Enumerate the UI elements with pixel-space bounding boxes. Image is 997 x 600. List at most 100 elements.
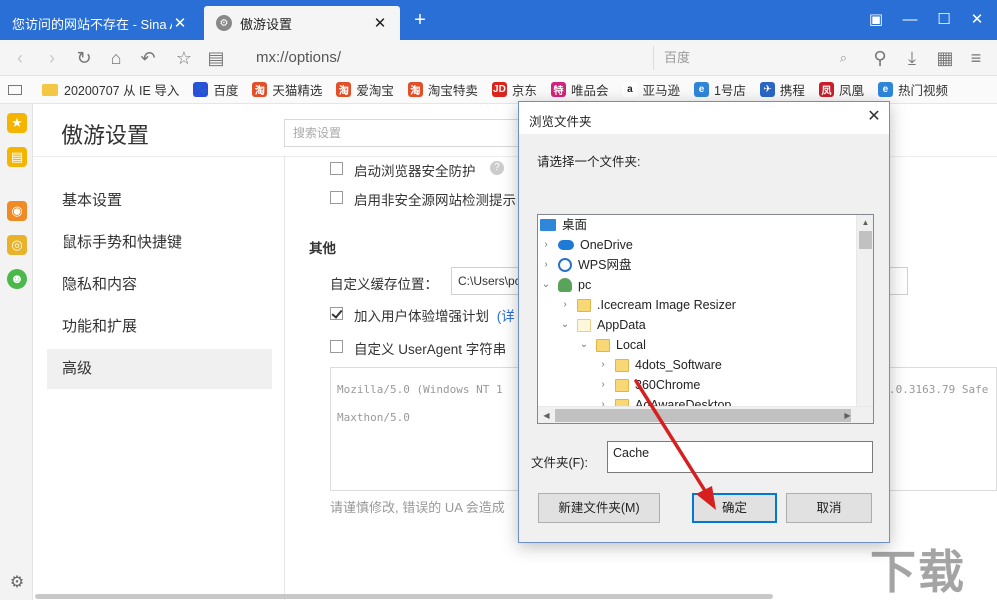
collapse-arrow-icon[interactable]: ⌄ — [578, 335, 590, 355]
expand-arrow-icon[interactable]: › — [540, 255, 552, 275]
tree-item-360chrome[interactable]: › 360Chrome — [597, 375, 700, 395]
search-icon[interactable]: ⌕ — [840, 46, 847, 70]
taobao-icon: 淘 — [336, 82, 352, 97]
expand-arrow-icon[interactable]: › — [559, 295, 571, 315]
bookmark-label: 天猫精选 — [272, 84, 323, 98]
amazon-icon: a — [622, 82, 638, 97]
bookmark-item[interactable]: e 1号店 — [693, 80, 746, 99]
video-icon: e — [877, 82, 893, 97]
reader-mode-icon[interactable]: ▤ — [204, 46, 228, 70]
rss-icon[interactable]: ◉ — [7, 201, 27, 221]
folder-tree[interactable]: 桌面 › OneDrive › WPS网盘 ⌄ pc › .Icecream I… — [537, 214, 874, 424]
home-icon[interactable]: ⌂ — [104, 46, 128, 70]
bookmark-item[interactable]: e 热门视频 — [877, 80, 948, 99]
smiley-icon[interactable]: ☻ — [7, 269, 27, 289]
back-icon[interactable]: ‹ — [8, 46, 32, 70]
nav-item-gestures[interactable]: 鼠标手势和快捷键 — [47, 223, 272, 263]
new-folder-button[interactable]: 新建文件夹(M) — [538, 493, 660, 523]
tree-item-icecream[interactable]: › .Icecream Image Resizer — [559, 295, 736, 315]
extensions-icon[interactable]: ▦ — [933, 46, 957, 70]
bookmark-item[interactable]: 🐾 百度 — [193, 80, 238, 99]
bookmark-item[interactable]: 淘爱淘宝 — [336, 80, 394, 99]
bookmark-item[interactable]: 淘淘宝特卖 — [407, 80, 478, 99]
close-icon[interactable]: ✕ — [172, 14, 188, 32]
bookmark-bar: 20200707 从 IE 导入 🐾 百度 淘天猫精选 淘爱淘宝 淘淘宝特卖 JD… — [0, 76, 997, 104]
forward-icon[interactable]: › — [40, 46, 64, 70]
baidu-icon: 🐾 — [193, 82, 209, 97]
bookmark-item[interactable]: 淘天猫精选 — [252, 80, 322, 99]
account-icon[interactable]: ⚲ — [868, 46, 892, 70]
tree-item-local[interactable]: ⌄ Local — [578, 335, 646, 355]
bookmark-item[interactable]: ✈ 携程 — [759, 80, 805, 99]
ux-program-text: 加入用户体验增强计划 — [354, 309, 489, 324]
new-tab-button[interactable]: + — [410, 10, 430, 30]
folder-name-input[interactable]: Cache — [607, 441, 873, 473]
expand-arrow-icon[interactable]: › — [597, 355, 609, 375]
tree-item-onedrive[interactable]: › OneDrive — [540, 235, 633, 255]
scroll-left-icon[interactable]: ◀ — [538, 407, 555, 423]
maximize-icon[interactable]: ☐ — [932, 8, 956, 32]
tab-maxthon-settings[interactable]: ⚙ 傲游设置 ✕ — [204, 6, 400, 40]
scrollbar-thumb[interactable] — [859, 231, 872, 249]
close-icon[interactable]: ✕ — [863, 106, 885, 128]
minimize-icon[interactable]: — — [898, 8, 922, 32]
bookmark-folder[interactable]: 20200707 从 IE 导入 — [42, 80, 179, 99]
weibo-icon[interactable]: ◎ — [7, 235, 27, 255]
search-input[interactable]: 百度 ⌕ — [653, 46, 853, 70]
scroll-up-icon[interactable]: ▲ — [857, 215, 873, 231]
sidebar-panel-icon[interactable] — [8, 84, 22, 95]
window-close-icon[interactable]: ✕ — [965, 8, 989, 32]
tree-item-appdata[interactable]: ⌄ AppData — [559, 315, 646, 335]
tree-horizontal-scrollbar[interactable]: ◀ ▶ — [538, 406, 873, 423]
bookmark-item[interactable]: 凤凤凰 — [818, 80, 864, 99]
tab-sina[interactable]: 您访问的网站不存在 - Sina A ✕ — [0, 6, 200, 40]
collapse-arrow-icon[interactable]: ⌄ — [540, 275, 552, 295]
expand-arrow-icon[interactable]: › — [540, 235, 552, 255]
bookmark-item[interactable]: JD 京东 — [491, 80, 537, 99]
custom-ua-checkbox[interactable] — [330, 340, 343, 353]
favorites-star-icon[interactable]: ★ — [7, 113, 27, 133]
tree-item-pc[interactable]: ⌄ pc — [540, 275, 591, 295]
security-protect-checkbox[interactable] — [330, 162, 343, 175]
cancel-button[interactable]: 取消 — [786, 493, 872, 523]
nav-item-advanced[interactable]: 高级 — [47, 349, 272, 389]
undo-close-icon[interactable]: ↶ — [136, 46, 160, 70]
favorite-star-icon[interactable]: ☆ — [172, 46, 196, 70]
collapse-arrow-icon[interactable]: ⌄ — [559, 315, 571, 335]
ux-details-link[interactable]: (详 — [497, 309, 515, 324]
nav-item-features[interactable]: 功能和扩展 — [47, 307, 272, 347]
close-icon[interactable]: ✕ — [372, 14, 388, 32]
tmall-icon: 淘 — [252, 82, 268, 97]
ux-program-checkbox[interactable] — [330, 307, 343, 320]
tree-item-desktop[interactable]: 桌面 — [540, 215, 587, 235]
ok-button[interactable]: 确定 — [692, 493, 777, 523]
bookmark-label: 百度 — [213, 84, 239, 98]
notes-icon[interactable]: ▤ — [7, 147, 27, 167]
nav-item-privacy[interactable]: 隐私和内容 — [47, 265, 272, 305]
download-icon[interactable]: ⤓ — [900, 46, 924, 70]
url-field[interactable]: mx://options/ — [250, 46, 645, 70]
tree-item-4dots[interactable]: › 4dots_Software — [597, 355, 722, 375]
refresh-icon[interactable]: ↻ — [72, 46, 96, 70]
help-icon[interactable]: ? — [490, 161, 504, 175]
ua-warning-text: 请谨慎修改, 错误的 UA 会造成 — [330, 500, 505, 515]
folder-icon — [615, 358, 629, 372]
gear-icon[interactable]: ⚙ — [8, 574, 26, 592]
ua-text-line: .0.3163.79 Safe — [889, 383, 989, 396]
bookmark-item[interactable]: a 亚马逊 — [622, 80, 680, 99]
tree-vertical-scrollbar[interactable]: ▲ — [856, 215, 873, 406]
scroll-right-icon[interactable]: ▶ — [839, 407, 856, 423]
menu-icon[interactable]: ≡ — [964, 46, 988, 70]
nav-item-basic[interactable]: 基本设置 — [47, 181, 272, 221]
expand-arrow-icon[interactable]: › — [597, 375, 609, 395]
scrollbar-thumb[interactable] — [555, 409, 851, 422]
page-horizontal-scrollbar[interactable] — [35, 594, 773, 599]
unsafe-detect-checkbox[interactable] — [330, 191, 343, 204]
tree-item-wps[interactable]: › WPS网盘 — [540, 255, 631, 275]
tree-item-label: OneDrive — [580, 238, 633, 252]
folder-field-label: 文件夹(F): — [531, 456, 588, 470]
settings-search-input[interactable]: 搜索设置 — [284, 119, 524, 147]
sidebar-toggle-icon[interactable]: ▣ — [864, 8, 888, 32]
browse-folder-dialog: 浏览文件夹 ✕ 请选择一个文件夹: 桌面 › OneDrive › WPS网盘 … — [518, 101, 890, 543]
bookmark-item[interactable]: 特唯品会 — [550, 80, 608, 99]
